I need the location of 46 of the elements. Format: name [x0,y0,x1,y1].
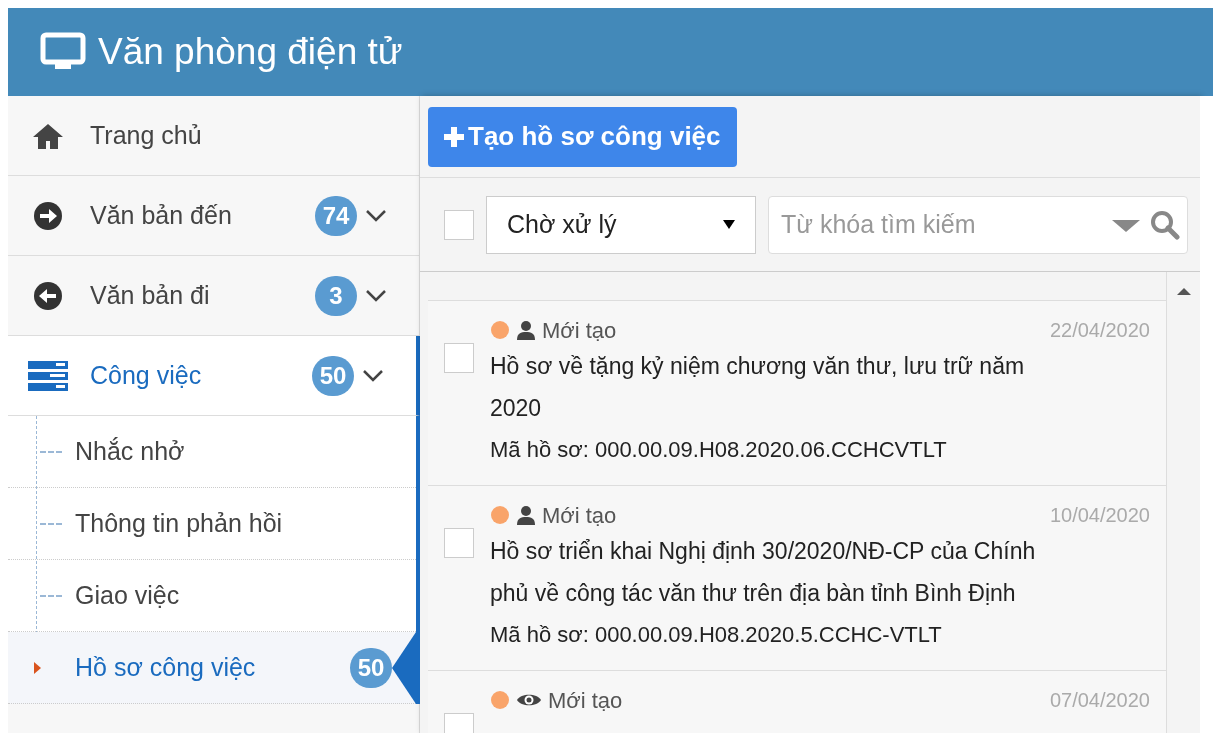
scrollbar[interactable] [1166,272,1200,733]
status-dropdown[interactable]: Chờ xử lý [486,195,756,254]
nav-subitem[interactable]: Thông tin phản hồi [8,488,416,560]
date-label: 07/04/2020 [1049,688,1150,713]
list-icon [28,360,68,391]
date-label: 10/04/2020 [1049,503,1150,528]
sun-icon [490,320,510,340]
chevron-down-icon [362,368,384,383]
status-label: Mới tạo [542,501,617,530]
person-icon [516,320,536,340]
sun-icon [490,690,510,710]
nav-item[interactable]: Công việc 50 [8,336,420,416]
search-icon [1150,209,1180,240]
count-badge: 50 [312,355,354,396]
plus-icon [444,126,464,147]
status-label: Mới tạo [548,686,623,715]
nav-subitem[interactable]: Hồ sơ công việc 50 [8,632,416,704]
caret-icon [723,220,735,229]
record-title: Hồ sơ về tặng kỷ niệm chương văn thư, lưu trữ năm 2020 [490,352,1026,423]
sun-icon [490,505,510,525]
date-label: 22/04/2020 [1049,318,1150,343]
arrow-circle-icon [33,200,63,231]
create-button[interactable]: Tạo hồ sơ công việc [428,106,737,167]
chevron-down-icon [365,288,387,303]
search-field[interactable]: Từ khóa tìm kiếm [768,195,1188,254]
caret-icon [1112,219,1140,232]
select-all-checkbox[interactable] [444,209,474,240]
record-code: Mã hồ sơ: 000.00.09.H08.2020.5.CCHC-VTLT [490,621,943,649]
status-label: Mới tạo [542,316,617,345]
record-code: Mã hồ sơ: 000.00.09.H08.2020.06.CCHCVTLT [490,436,948,464]
checkbox[interactable] [444,343,474,373]
checkbox[interactable] [444,528,474,558]
nav-subitem[interactable]: Nhắc nhở [8,416,416,488]
chevron-down-icon [365,208,387,223]
record-title: Hồ sơ triển khai Nghị định 30/2020/NĐ-CP của Chính phủ về công tác văn thư trên địa bàn tỉnh Bình Định [490,537,1037,608]
monitor-icon [40,32,86,72]
app-title: Văn phòng điện tử [98,30,403,75]
arrow-circle-icon [33,280,63,311]
person-icon [516,505,536,525]
count-badge: 74 [315,195,357,236]
pointer-icon [34,661,41,674]
home-icon [31,121,65,150]
count-badge: 50 [350,647,392,688]
scroll-up-icon [1176,288,1191,295]
record-item[interactable]: Mới tạo 07/04/2020 [428,670,1166,733]
count-badge: 3 [315,275,357,316]
